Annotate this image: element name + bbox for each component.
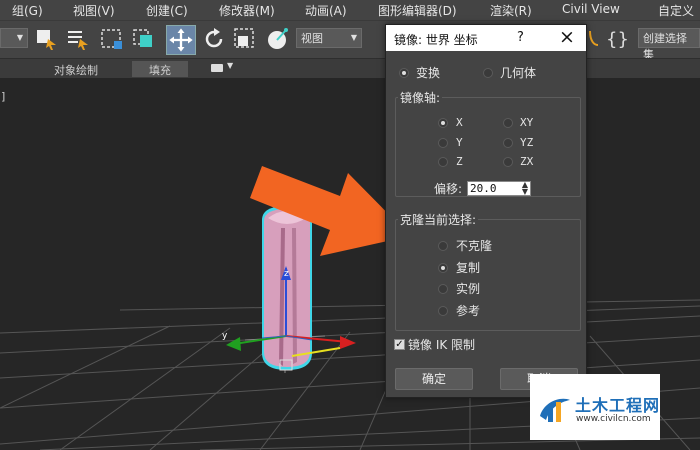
menu-civil-view[interactable]: Civil View [562,2,620,16]
clone-instance-radio[interactable] [438,284,448,294]
clone-copy-label: 复制 [456,261,481,275]
axis-xy-radio[interactable] [503,118,513,128]
dialog-title-bar[interactable]: 镜像: 世界 坐标 ? × [386,25,586,51]
menu-view[interactable]: 视图(V) [73,2,115,19]
mirror-ik-label: 镜像 IK 限制 [408,338,476,352]
menu-graph-editors[interactable]: 图形编辑器(D) [378,2,457,19]
menu-group[interactable]: 组(G) [12,2,43,19]
axis-z-label: Z [456,155,463,168]
clone-instance-label: 实例 [456,282,481,296]
move-tool-button[interactable] [166,25,196,55]
offset-input[interactable]: 20.0 [470,182,497,195]
mode-geometry-label: 几何体 [500,66,537,80]
mirror-axis-label: 镜像轴: [398,89,443,106]
civilcn-logo-icon [540,398,570,422]
select-by-name-icon[interactable] [66,27,90,51]
chevron-down-icon: ▼ [16,33,23,42]
mode-transform-label: 变换 [416,66,441,80]
axis-z-radio[interactable] [438,157,448,167]
watermark-url: www.civilcn.com [576,414,651,424]
menu-create[interactable]: 创建(C) [146,2,188,19]
menu-customize[interactable]: 自定义 [658,2,694,19]
ok-button[interactable]: 确定 [395,368,473,390]
y-axis-label: y [222,331,228,341]
reference-coord-value: 视图 [301,32,323,45]
ribbon-edge-label [0,61,12,77]
filter-dropdown[interactable]: ▼ [0,28,28,48]
ribbon-options-button[interactable]: ▼ [209,61,237,75]
axis-x-label: X [456,116,463,129]
axis-x-radio[interactable] [438,118,448,128]
move-icon [169,28,193,52]
place-icon[interactable] [266,27,290,51]
tab-populate[interactable]: 填充 [132,61,188,77]
scale-icon[interactable] [233,27,257,51]
reference-coord-dropdown[interactable]: 视图 ▼ [296,28,362,48]
rotate-icon[interactable] [202,27,226,51]
watermark-name: 土木工程网 [575,396,661,415]
tab-object-paint[interactable]: 对象绘制 [48,61,104,77]
rect-selection-icon[interactable] [100,27,124,51]
clone-reference-radio[interactable] [438,306,448,316]
mode-transform-radio[interactable] [399,68,409,78]
clone-none-label: 不克隆 [456,239,493,253]
clone-none-radio[interactable] [438,241,448,251]
menu-rendering[interactable]: 渲染(R) [490,2,532,19]
dialog-title: 镜像: 世界 坐标 [394,33,478,47]
window-icon [211,64,223,72]
axis-yz-label: YZ [520,136,534,149]
menu-animation[interactable]: 动画(A) [305,2,347,19]
offset-label: 偏移: [434,182,463,196]
keyboard-shortcut-icon[interactable] [584,27,608,51]
clone-selection-group [395,219,581,331]
mirror-dialog: 镜像: 世界 坐标 ? × 变换 几何体 镜像轴: X XY Y YZ Z ZX… [385,24,587,398]
axis-zx-radio[interactable] [503,157,513,167]
ribbon-bar: 对象绘制 填充 ▼ [0,58,700,78]
mirror-ik-checkbox[interactable]: ✓ [394,339,405,350]
watermark-logo: 土木工程网 www.civilcn.com [530,374,660,440]
select-object-icon[interactable] [34,27,58,51]
chevron-down-icon: ▼ [227,61,234,70]
menu-modifiers[interactable]: 修改器(M) [219,2,275,19]
offset-spinner[interactable]: 20.0 ▲ ▼ [467,181,531,196]
axis-y-radio[interactable] [438,138,448,148]
axis-yz-radio[interactable] [503,138,513,148]
z-axis-label: z [284,269,289,279]
axis-xy-label: XY [520,116,534,129]
clone-copy-radio[interactable] [438,263,448,273]
spinner-arrows-icon[interactable]: ▲ ▼ [522,181,528,196]
mode-geometry-radio[interactable] [483,68,493,78]
window-crossing-icon[interactable] [132,27,156,51]
chevron-down-icon: ▼ [350,33,357,42]
clone-reference-label: 参考 [456,304,481,318]
axis-zx-label: ZX [520,155,534,168]
selection-set-value: 创建选择集 [643,32,687,61]
axis-y-label: Y [456,136,463,149]
close-icon[interactable]: × [559,26,575,48]
help-icon[interactable]: ? [517,30,524,45]
named-selection-icon[interactable]: {} [606,29,629,50]
main-toolbar: ▼ 视图 ▼ {} 创建选择集 [0,20,700,61]
create-selection-set-dropdown[interactable]: 创建选择集 [638,28,700,61]
clone-selection-label: 克隆当前选择: [398,211,479,228]
menu-bar: 组(G) 视图(V) 创建(C) 修改器(M) 动画(A) 图形编辑器(D) 渲… [0,0,700,20]
